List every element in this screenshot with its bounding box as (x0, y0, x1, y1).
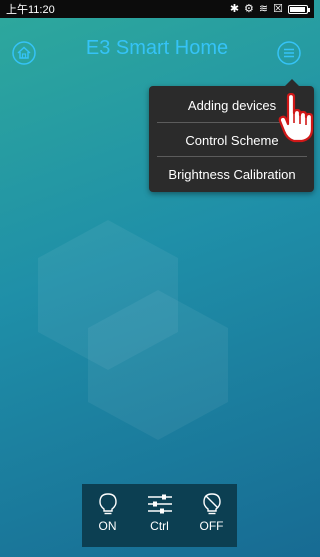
pointing-hand-icon (278, 93, 314, 143)
menu-icon[interactable] (277, 41, 301, 65)
on-label: ON (98, 519, 117, 533)
bulb-on-icon (98, 493, 117, 515)
app-header: E3 Smart Home (0, 18, 314, 78)
ctrl-label: Ctrl (150, 519, 169, 533)
menu-item-brightness-calibration[interactable]: Brightness Calibration (157, 157, 307, 191)
background-hexagon (88, 290, 228, 440)
sim-icon: ☒ (273, 2, 283, 15)
battery-icon (288, 4, 310, 14)
status-time: 上午11:20 (6, 4, 55, 16)
bottom-control-bar: ON Ctrl OFF (82, 484, 237, 547)
app-title: E3 Smart Home (85, 36, 229, 59)
status-bar: 上午11:20 ✱ ⚙ ≋ ☒ (0, 0, 314, 18)
bluetooth-icon: ✱ (229, 2, 240, 15)
bulb-off-icon (202, 493, 221, 515)
off-label: OFF (199, 519, 224, 533)
status-icons: ✱ ⚙ ≋ ☒ (229, 2, 310, 15)
vibrate-icon: ⚙ (244, 2, 254, 15)
sliders-icon (147, 494, 172, 514)
on-button[interactable]: ON (82, 484, 133, 547)
home-icon[interactable] (12, 41, 36, 65)
off-button[interactable]: OFF (186, 484, 237, 547)
ctrl-button[interactable]: Ctrl (134, 484, 185, 547)
wifi-icon: ≋ (258, 2, 269, 15)
